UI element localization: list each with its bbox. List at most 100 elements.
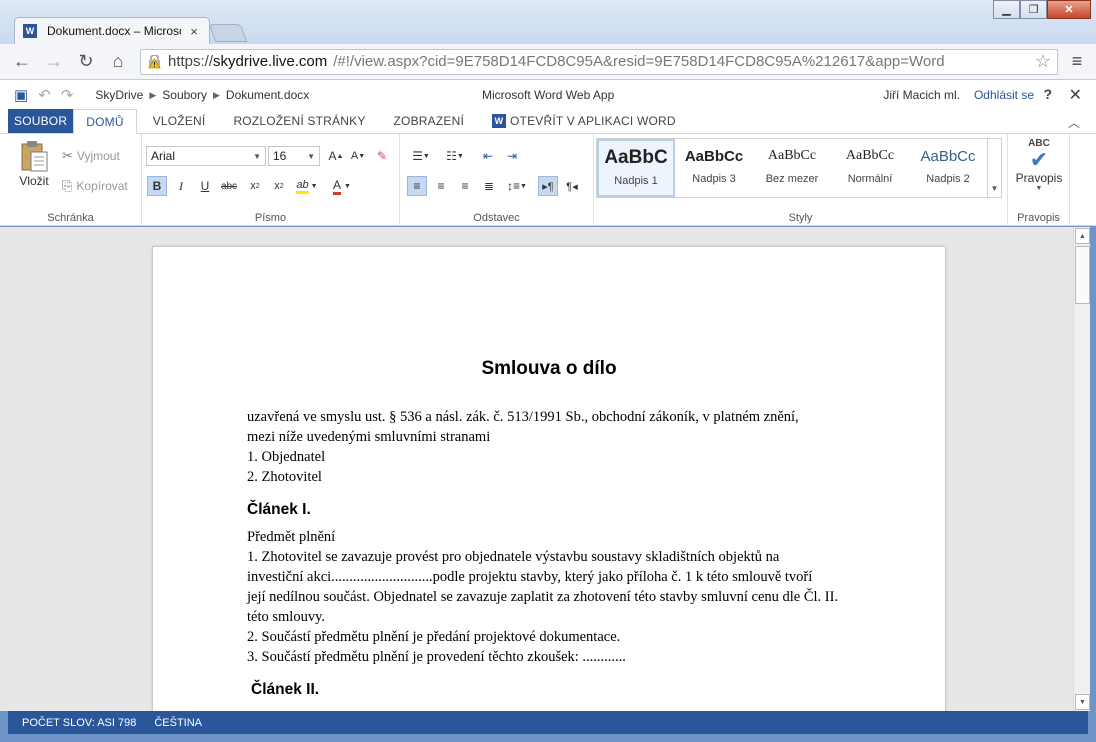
font-color-icon[interactable]: A ▼	[328, 176, 356, 196]
undo-icon[interactable]: ↶	[38, 86, 51, 104]
bookmark-star-icon[interactable]: ☆	[1035, 51, 1051, 72]
browser-tab[interactable]: W Dokument.docx – Microsoft Word Web App…	[14, 17, 210, 44]
window-controls: ▁ ❐ ✕	[993, 0, 1091, 19]
clear-format-icon[interactable]: ✎	[372, 146, 392, 166]
style-nadpis-2[interactable]: AaBbCc Nadpis 2	[909, 139, 987, 197]
maximize-icon[interactable]: ❐	[1020, 0, 1047, 19]
tab-zobrazeni[interactable]: ZOBRAZENÍ	[382, 109, 476, 133]
grow-font-icon[interactable]: A ▲	[326, 146, 346, 166]
increase-indent-icon[interactable]: ⇥	[502, 146, 522, 166]
highlight-icon[interactable]: ab ▼	[293, 176, 321, 196]
paragraph: 1. Zhotovitel se zavazuje provést pro ob…	[247, 549, 780, 565]
heading-clanek-1: Článek I.	[247, 501, 311, 518]
shrink-font-icon[interactable]: A ▼	[348, 146, 368, 166]
new-tab-button[interactable]	[208, 24, 248, 42]
paragraph: investiční akci.........................…	[247, 569, 813, 585]
url-path: /#!/view.aspx?cid=9E758D14FCD8C95A&resid…	[333, 53, 945, 70]
tab-vlozeni[interactable]: VLOŽENÍ	[141, 109, 218, 133]
spelling-button[interactable]: ABC ✔ Pravopis ▼	[1014, 138, 1064, 192]
underline-icon[interactable]: U	[195, 176, 215, 196]
breadcrumb-document: Dokument.docx	[225, 88, 310, 102]
subscript-icon[interactable]: x2	[245, 176, 265, 196]
word-icon: W	[492, 114, 507, 128]
breadcrumb-soubory[interactable]: Soubory	[162, 88, 207, 102]
italic-icon[interactable]: I	[171, 176, 191, 196]
browser-menu-icon[interactable]: ≡	[1066, 51, 1088, 72]
paragraph: 3. Součástí předmětu plnění je provedení…	[247, 649, 626, 665]
window-close-icon[interactable]: ✕	[1047, 0, 1091, 19]
lock-warning-icon[interactable]	[147, 54, 162, 69]
font-name-select[interactable]: Arial ▼	[146, 146, 266, 166]
user-name[interactable]: Jiří Macich ml.	[883, 88, 960, 102]
tab-close-icon[interactable]: ×	[187, 24, 201, 39]
tab-open-in-word[interactable]: W OTEVŘÍT V APLIKACI WORD	[480, 109, 688, 133]
save-icon[interactable]: ▣	[14, 86, 28, 104]
scroll-thumb[interactable]	[1075, 246, 1090, 304]
url-protocol: https://	[168, 53, 214, 70]
bold-icon[interactable]: B	[147, 176, 167, 196]
tab-title: Dokument.docx – Microsoft Word Web App	[47, 24, 181, 38]
paragraph: její nedílnou součást. Objednatel se zav…	[247, 589, 839, 605]
breadcrumb-skydrive[interactable]: SkyDrive	[95, 88, 143, 102]
styles-more-icon[interactable]: ▼	[988, 138, 1002, 198]
chevron-down-icon: ▼	[307, 151, 315, 161]
document-title: Smlouva o dílo	[481, 358, 617, 379]
group-label-styles: Styly	[788, 212, 813, 224]
rtl-direction-icon[interactable]: ¶◂	[562, 176, 582, 196]
font-name-value: Arial	[151, 149, 176, 163]
align-center-icon[interactable]: ≡	[431, 176, 451, 196]
align-left-icon[interactable]: ≡	[407, 176, 427, 196]
reload-icon[interactable]: ↻	[72, 48, 100, 76]
scroll-down-icon[interactable]: ▼	[1075, 694, 1090, 710]
tab-soubor[interactable]: SOUBOR	[8, 109, 74, 133]
address-bar[interactable]: https://skydrive.live.com /#!/view.aspx?c…	[140, 48, 1058, 75]
help-icon[interactable]: ?	[1043, 86, 1052, 102]
document-area: Smlouva o dílo uzavřená ve smyslu ust. §…	[0, 227, 1073, 711]
app-bar: ▣ ↶ ↷ SkyDrive ▶ Soubory ▶ Dokument.docx…	[0, 80, 1096, 110]
ltr-direction-icon[interactable]: ▸¶	[538, 176, 558, 196]
minimize-icon[interactable]: ▁	[993, 0, 1020, 19]
bullets-icon[interactable]: ☰ ▼	[408, 146, 434, 166]
collapse-ribbon-icon[interactable]: ︿	[1068, 114, 1080, 131]
tab-rozlozeni-stranky[interactable]: ROZLOŽENÍ STRÁNKY	[221, 109, 377, 133]
document-page[interactable]: Smlouva o dílo uzavřená ve smyslu ust. §…	[152, 246, 946, 711]
cut-button[interactable]: ✂ Vyjmout	[62, 148, 120, 164]
back-icon[interactable]: ←	[8, 48, 36, 76]
group-label-proofing: Pravopis	[1017, 212, 1060, 224]
copy-button[interactable]: ⎘ Kopírovat	[62, 178, 128, 194]
forward-icon[interactable]: →	[40, 48, 68, 76]
paragraph: 2. Zhotovitel	[247, 469, 322, 485]
decrease-indent-icon[interactable]: ⇤	[478, 146, 498, 166]
style-name: Nadpis 3	[692, 173, 736, 185]
paste-button[interactable]: Vložit	[16, 140, 52, 188]
signout-link[interactable]: Odhlásit se	[974, 88, 1034, 102]
line-spacing-icon[interactable]: ↕≡ ▼	[503, 176, 531, 196]
font-size-select[interactable]: 16 ▼	[268, 146, 320, 166]
style-nadpis-3[interactable]: AaBbCc Nadpis 3	[675, 139, 753, 197]
chevron-down-icon: ▼	[1035, 185, 1043, 192]
style-nadpis-1[interactable]: AaBbC Nadpis 1	[597, 139, 675, 197]
style-name: Nadpis 1	[614, 175, 658, 187]
align-right-icon[interactable]: ≡	[455, 176, 475, 196]
group-font: Arial ▼ 16 ▼ A ▲ A ▼ ✎ B I U abc x2 x2 ab ▼…	[142, 134, 400, 226]
style-bez-mezer[interactable]: AaBbCc Bez mezer	[753, 139, 831, 197]
superscript-icon[interactable]: x2	[269, 176, 289, 196]
app-close-icon[interactable]: ✕	[1069, 85, 1082, 105]
numbering-icon[interactable]: ☷ ▼	[442, 146, 468, 166]
language-indicator[interactable]: ČEŠTINA	[154, 717, 202, 729]
browser-titlebar: W Dokument.docx – Microsoft Word Web App…	[0, 0, 1096, 44]
scroll-up-icon[interactable]: ▲	[1075, 228, 1090, 244]
home-icon[interactable]: ⌂	[104, 48, 132, 76]
style-sample: AaBbCc	[684, 147, 744, 165]
group-label-clipboard: Schránka	[47, 212, 94, 224]
justify-icon[interactable]: ≣	[479, 176, 499, 196]
group-label-font: Písmo	[254, 212, 287, 224]
redo-icon[interactable]: ↷	[61, 86, 74, 104]
style-sample: AaBbCc	[845, 148, 895, 163]
group-label-paragraph: Odstavec	[473, 212, 520, 224]
paragraph: mezi níže uvedenými smluvními stranami	[247, 429, 491, 445]
style-normalni[interactable]: AaBbCc Normální	[831, 139, 909, 197]
strikethrough-icon[interactable]: abc	[219, 176, 239, 196]
vertical-scrollbar[interactable]: ▲ ▼	[1073, 227, 1090, 711]
tab-domu[interactable]: DOMŮ	[73, 109, 137, 134]
